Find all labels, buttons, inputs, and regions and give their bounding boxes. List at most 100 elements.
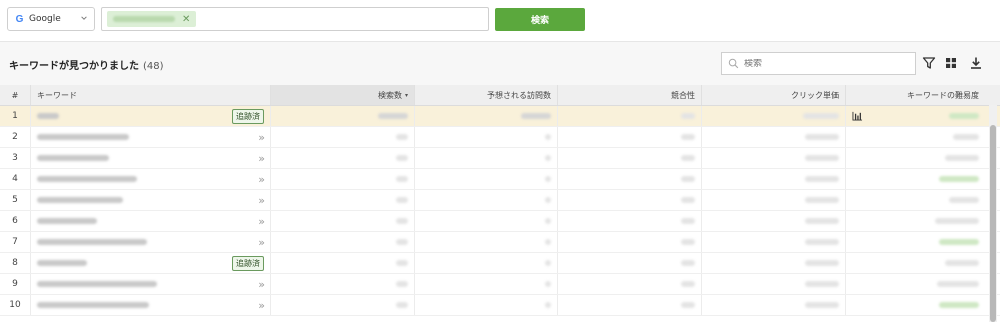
cpc-value <box>805 281 839 287</box>
visits-value <box>545 260 551 266</box>
double-chevron-right-icon[interactable]: » <box>258 299 265 312</box>
search-button[interactable]: 検索 <box>495 8 585 31</box>
competition-value <box>681 218 695 224</box>
cpc-value <box>805 155 839 161</box>
keyword-cell[interactable]: 追跡済 <box>31 106 271 126</box>
visits-cell <box>415 253 558 273</box>
results-title-text: キーワードが見つかりました <box>9 61 139 72</box>
double-chevron-right-icon[interactable]: » <box>258 152 265 165</box>
tracked-badge[interactable]: 追跡済 <box>232 255 264 271</box>
double-chevron-right-icon[interactable]: » <box>258 215 265 228</box>
grid-icon[interactable] <box>944 56 958 70</box>
row-number: 5 <box>0 190 31 210</box>
row-number: 6 <box>0 211 31 231</box>
keyword-cell[interactable]: » <box>31 211 271 231</box>
difficulty-value <box>939 239 979 245</box>
difficulty-value <box>935 218 979 224</box>
difficulty-cell <box>846 211 985 231</box>
col-header-difficulty[interactable]: キーワードの難易度 <box>846 85 985 105</box>
volume-value <box>396 281 408 287</box>
volume-cell <box>271 127 415 147</box>
search-engine-label: Google <box>29 14 61 24</box>
visits-value <box>545 239 551 245</box>
visits-cell <box>415 190 558 210</box>
filter-icon[interactable] <box>922 56 936 70</box>
double-chevron-right-icon[interactable]: » <box>258 131 265 144</box>
keyword-input[interactable]: ✕ <box>101 7 489 31</box>
keyword-cell[interactable]: » <box>31 169 271 189</box>
tracked-badge[interactable]: 追跡済 <box>232 108 264 124</box>
table-row[interactable]: 6 » <box>0 211 1000 232</box>
cpc-cell <box>702 295 846 315</box>
keyword-text[interactable] <box>37 281 157 287</box>
bar-chart-icon[interactable] <box>852 111 863 121</box>
close-icon[interactable]: ✕ <box>182 14 190 25</box>
competition-value <box>681 134 695 140</box>
table-row[interactable]: 8 追跡済 <box>0 253 1000 274</box>
keyword-cell[interactable]: » <box>31 190 271 210</box>
keyword-text[interactable] <box>37 155 109 161</box>
search-engine-select[interactable]: G Google <box>7 7 95 31</box>
keyword-cell[interactable]: » <box>31 274 271 294</box>
row-number: 1 <box>0 106 31 126</box>
visits-cell <box>415 106 558 126</box>
keyword-cell[interactable]: » <box>31 295 271 315</box>
keyword-text[interactable] <box>37 218 97 224</box>
keyword-text[interactable] <box>37 260 87 266</box>
keyword-cell[interactable]: » <box>31 127 271 147</box>
vertical-scrollbar[interactable] <box>989 105 997 322</box>
keyword-cell[interactable]: » <box>31 148 271 168</box>
keyword-text[interactable] <box>37 239 147 245</box>
table-row[interactable]: 9 » <box>0 274 1000 295</box>
double-chevron-right-icon[interactable]: » <box>258 173 265 186</box>
col-header-visits[interactable]: 予想される訪問数 <box>415 85 558 105</box>
keyword-cell[interactable]: 追跡済 <box>31 253 271 273</box>
row-number: 3 <box>0 148 31 168</box>
competition-cell <box>558 106 702 126</box>
volume-value <box>396 134 408 140</box>
keyword-text[interactable] <box>37 197 123 203</box>
double-chevron-right-icon[interactable]: » <box>258 236 265 249</box>
volume-value <box>396 176 408 182</box>
keyword-text[interactable] <box>37 134 129 140</box>
col-header-keyword[interactable]: キーワード <box>31 85 271 105</box>
volume-value <box>396 260 408 266</box>
difficulty-value <box>939 176 979 182</box>
competition-cell <box>558 232 702 252</box>
col-header-volume[interactable]: 検索数 ▾ <box>271 85 415 105</box>
row-number: 9 <box>0 274 31 294</box>
table-row[interactable]: 4 » <box>0 169 1000 190</box>
volume-value <box>396 218 408 224</box>
double-chevron-right-icon[interactable]: » <box>258 194 265 207</box>
difficulty-value <box>953 134 979 140</box>
table-row[interactable]: 10 » <box>0 295 1000 316</box>
volume-cell <box>271 106 415 126</box>
sort-desc-icon: ▾ <box>404 91 408 99</box>
cpc-cell <box>702 232 846 252</box>
cpc-value <box>805 302 839 308</box>
double-chevron-right-icon[interactable]: » <box>258 278 265 291</box>
filter-input[interactable] <box>744 58 894 69</box>
cpc-value <box>805 197 839 203</box>
cpc-value <box>805 260 839 266</box>
competition-cell <box>558 211 702 231</box>
cpc-value <box>805 176 839 182</box>
filter-search[interactable] <box>721 52 916 75</box>
col-header-competition[interactable]: 競合性 <box>558 85 702 105</box>
table-row[interactable]: 7 » <box>0 232 1000 253</box>
keyword-text[interactable] <box>37 302 149 308</box>
competition-cell <box>558 169 702 189</box>
competition-value <box>681 302 695 308</box>
download-icon[interactable] <box>969 56 983 70</box>
table-row[interactable]: 2 » <box>0 127 1000 148</box>
keyword-text[interactable] <box>37 113 59 119</box>
scrollbar-thumb[interactable] <box>990 125 996 322</box>
table-row[interactable]: 1 追跡済 <box>0 106 1000 127</box>
table-row[interactable]: 5 » <box>0 190 1000 211</box>
difficulty-value <box>937 281 979 287</box>
row-number: 10 <box>0 295 31 315</box>
keyword-text[interactable] <box>37 176 137 182</box>
keyword-cell[interactable]: » <box>31 232 271 252</box>
col-header-cpc[interactable]: クリック単価 <box>702 85 846 105</box>
table-row[interactable]: 3 » <box>0 148 1000 169</box>
